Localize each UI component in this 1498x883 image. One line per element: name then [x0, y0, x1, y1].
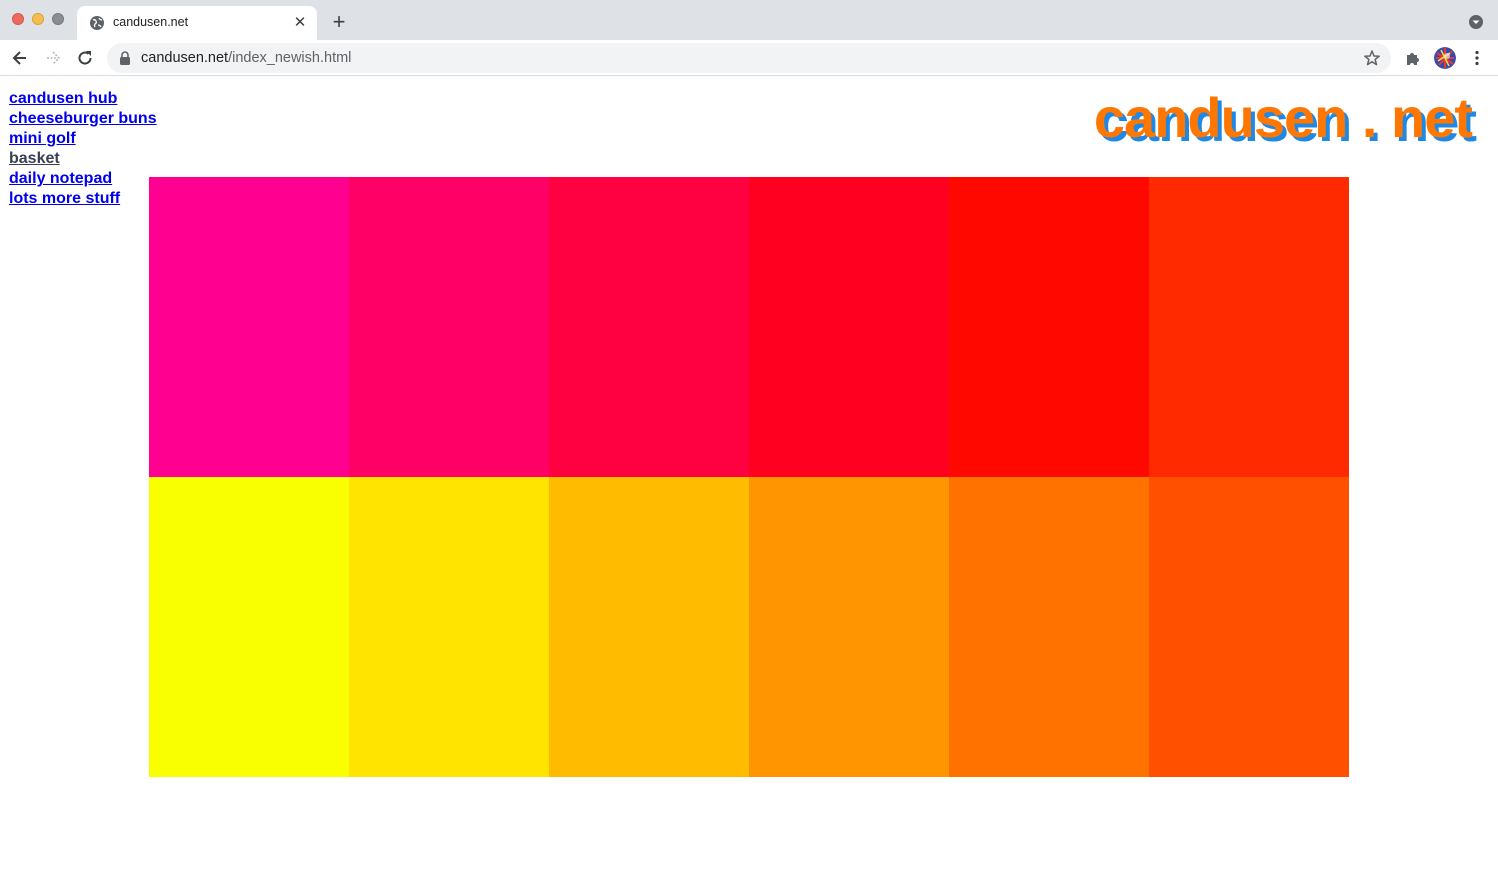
tab-close-icon[interactable]: ✕ [291, 14, 309, 32]
url-path: /index_newish.html [228, 50, 352, 66]
color-swatch [749, 477, 949, 777]
globe-icon [90, 16, 104, 30]
url-host: candusen.net [141, 50, 229, 66]
color-swatch [1149, 177, 1349, 477]
color-grid [149, 177, 1349, 777]
color-swatch [349, 177, 549, 477]
reload-icon[interactable] [75, 48, 95, 68]
profile-avatar[interactable] [1434, 47, 1456, 69]
nav-link-basket[interactable]: basket [9, 149, 157, 169]
site-logo: candusen . net [1093, 86, 1473, 149]
tab-title: candusen.net [113, 15, 189, 29]
new-tab-button[interactable]: + [328, 11, 350, 33]
color-swatch [549, 477, 749, 777]
avatar-icon [1434, 47, 1456, 69]
color-swatch [1149, 477, 1349, 777]
back-arrow-icon[interactable] [10, 48, 30, 68]
url-text[interactable]: candusen.net/index_newish.html [141, 50, 351, 66]
nav-link-lots-more-stuff[interactable]: lots more stuff [9, 189, 157, 209]
tab-strip: candusen.net ✕ + [0, 0, 1498, 40]
browser-tab[interactable]: candusen.net ✕ [77, 6, 317, 40]
tab-search-icon[interactable] [1468, 14, 1484, 30]
minimize-window-button[interactable] [32, 13, 44, 25]
color-swatch [749, 177, 949, 477]
nav-link-cheeseburger-buns[interactable]: cheeseburger buns [9, 109, 157, 129]
color-swatch [149, 477, 349, 777]
color-swatch [949, 177, 1149, 477]
color-swatch [949, 477, 1149, 777]
color-swatch [349, 477, 549, 777]
address-bar[interactable]: candusen.net/index_newish.html [107, 43, 1391, 73]
color-swatch [549, 177, 749, 477]
kebab-menu-icon[interactable] [1468, 49, 1486, 67]
nav-link-daily-notepad[interactable]: daily notepad [9, 169, 157, 189]
puzzle-icon[interactable] [1404, 49, 1422, 67]
zoom-window-button[interactable] [52, 13, 64, 25]
lock-icon[interactable] [119, 51, 131, 65]
nav-link-candusen-hub[interactable]: candusen hub [9, 89, 157, 109]
browser-toolbar: candusen.net/index_newish.html [0, 40, 1498, 76]
nav-link-mini-golf[interactable]: mini golf [9, 129, 157, 149]
site-nav: candusen hub cheeseburger buns mini golf… [9, 89, 157, 209]
forward-arrow-icon[interactable] [43, 48, 63, 68]
bookmark-star-icon[interactable] [1363, 49, 1381, 67]
close-window-button[interactable] [12, 13, 24, 25]
color-swatch [149, 177, 349, 477]
page-content: candusen hub cheeseburger buns mini golf… [0, 77, 1498, 883]
